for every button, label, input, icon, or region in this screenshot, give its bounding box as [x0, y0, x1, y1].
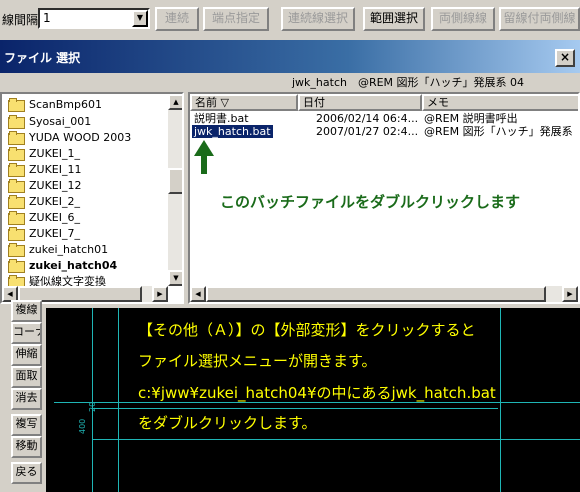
folder-icon — [8, 211, 25, 225]
range-select-button[interactable]: 範囲選択 — [363, 7, 425, 31]
cad-line — [118, 308, 119, 492]
tool-button[interactable]: 複線 — [11, 300, 42, 322]
tree-item[interactable]: ZUKEI_11 — [8, 162, 82, 178]
cad-line — [500, 308, 501, 492]
folder-icon — [8, 163, 25, 177]
double-line-button[interactable]: 両側線線 — [431, 7, 495, 31]
tool-button[interactable]: 移動 — [11, 436, 42, 458]
cad-canvas[interactable]: 【その他（Ａ）】の【外部変形】をクリックすると ファイル選択メニューが開きます。… — [46, 308, 580, 492]
scroll-up-icon[interactable]: ▲ — [168, 94, 182, 110]
tree-item[interactable]: ZUKEI_6_ — [8, 210, 80, 226]
column-header-memo[interactable]: メモ — [422, 94, 578, 111]
file-date: 2007/01/27 02:4... — [316, 125, 419, 138]
scroll-left-icon[interactable]: ◀ — [190, 286, 206, 302]
scroll-thumb[interactable] — [168, 168, 182, 194]
tree-item[interactable]: zukei_hatch01 — [8, 242, 108, 258]
file-row[interactable]: 説明書.bat 2006/02/14 06:4... @REM 説明書呼出 — [190, 112, 578, 125]
folder-icon — [8, 179, 25, 193]
tool-button[interactable]: 戻る — [11, 462, 42, 484]
scroll-thumb[interactable] — [206, 286, 546, 302]
file-row-selected[interactable]: jwk_hatch.bat 2007/01/27 02:4... @REM 図形… — [190, 125, 578, 138]
instruction-line: をダブルクリックします。 — [138, 414, 317, 432]
close-icon[interactable]: × — [555, 49, 575, 67]
continuous-button[interactable]: 連続 — [155, 7, 199, 31]
continuous-select-button[interactable]: 連続線選択 — [281, 7, 355, 31]
tool-button[interactable]: 面取 — [11, 366, 42, 388]
tree-item[interactable]: ScanBmp601 — [8, 97, 102, 113]
instruction-line: ファイル選択メニューが開きます。 — [138, 352, 377, 370]
capped-double-line-button[interactable]: 留線付両側線 — [499, 7, 580, 31]
folder-icon — [8, 98, 25, 112]
tool-button[interactable]: 消去 — [11, 388, 42, 410]
line-spacing-combo[interactable]: 1 ▼ — [38, 8, 150, 29]
folder-icon — [8, 147, 25, 161]
line-spacing-label: 線間隔 — [2, 13, 39, 27]
column-header-date[interactable]: 日付 — [298, 94, 422, 111]
tree-item[interactable]: ZUKEI_1_ — [8, 146, 80, 162]
tree-item[interactable]: YUDA WOOD 2003 — [8, 130, 131, 146]
cad-line — [92, 439, 580, 440]
folder-icon — [8, 195, 25, 209]
tree-item[interactable]: Syosai_001 — [8, 114, 91, 130]
scroll-right-icon[interactable]: ▶ — [152, 286, 168, 302]
cad-line — [92, 408, 498, 409]
folder-icon — [8, 243, 25, 257]
tree-vertical-scrollbar[interactable]: ▲ ▼ — [168, 94, 182, 286]
main-toolbar: 線間隔 1 ▼ 連続 端点指定 連続線選択 範囲選択 両側線線 留線付両側線 — [0, 0, 580, 40]
list-horizontal-scrollbar[interactable]: ◀ ▶ — [190, 286, 578, 302]
tree-item[interactable]: ZUKEI_7_ — [8, 226, 80, 242]
open-folder-icon — [8, 259, 25, 273]
line-spacing-value: 1 — [43, 11, 51, 25]
folder-icon — [8, 115, 25, 129]
tree-item[interactable]: ZUKEI_2_ — [8, 194, 80, 210]
dimension-label: 20 — [88, 401, 97, 412]
tool-button[interactable]: 伸縮 — [11, 344, 42, 366]
folder-tree[interactable]: ScanBmp601 Syosai_001 YUDA WOOD 2003 ZUK… — [0, 92, 184, 304]
file-list[interactable]: 名前 ▽ 日付 メモ 説明書.bat 2006/02/14 06:4... @R… — [188, 92, 580, 304]
cad-line — [92, 308, 93, 492]
tool-button[interactable]: コーナー — [11, 322, 42, 344]
cad-tool-palette: 複線 コーナー 伸縮 面取 消去 複写 移動 戻る — [0, 300, 46, 492]
file-select-dialog: ファイル 選択 × jwk_hatch @REM 図形「ハッチ」発展系 04 S… — [0, 40, 580, 308]
tree-item[interactable]: ZUKEI_12 — [8, 178, 82, 194]
dialog-title: ファイル 選択 — [4, 51, 81, 65]
tree-item-selected[interactable]: zukei_hatch04 — [8, 258, 117, 274]
instruction-line: 【その他（Ａ）】の【外部変形】をクリックすると — [138, 321, 476, 339]
instruction-line: c:¥jww¥zukei_hatch04¥の中にあるjwk_hatch.bat — [138, 384, 496, 402]
tool-button[interactable]: 複写 — [11, 414, 42, 436]
scroll-down-icon[interactable]: ▼ — [168, 270, 182, 286]
annotation-note: このバッチファイルをダブルクリックします — [220, 193, 521, 211]
folder-icon — [8, 227, 25, 241]
current-file-path: jwk_hatch @REM 図形「ハッチ」発展系 04 — [292, 76, 525, 89]
file-name: jwk_hatch.bat — [192, 125, 273, 138]
column-header-name[interactable]: 名前 ▽ — [190, 94, 298, 111]
file-memo: @REM 図形「ハッチ」発展系 — [424, 125, 573, 138]
chevron-down-icon[interactable]: ▼ — [132, 10, 148, 27]
dialog-titlebar[interactable]: ファイル 選択 × — [0, 40, 580, 73]
file-memo: @REM 説明書呼出 — [424, 112, 518, 125]
file-name: 説明書.bat — [194, 112, 249, 125]
dimension-label: 400 — [78, 418, 87, 434]
folder-icon — [8, 131, 25, 145]
file-date: 2006/02/14 06:4... — [316, 112, 419, 125]
endpoint-button[interactable]: 端点指定 — [203, 7, 269, 31]
scroll-right-icon[interactable]: ▶ — [562, 286, 578, 302]
